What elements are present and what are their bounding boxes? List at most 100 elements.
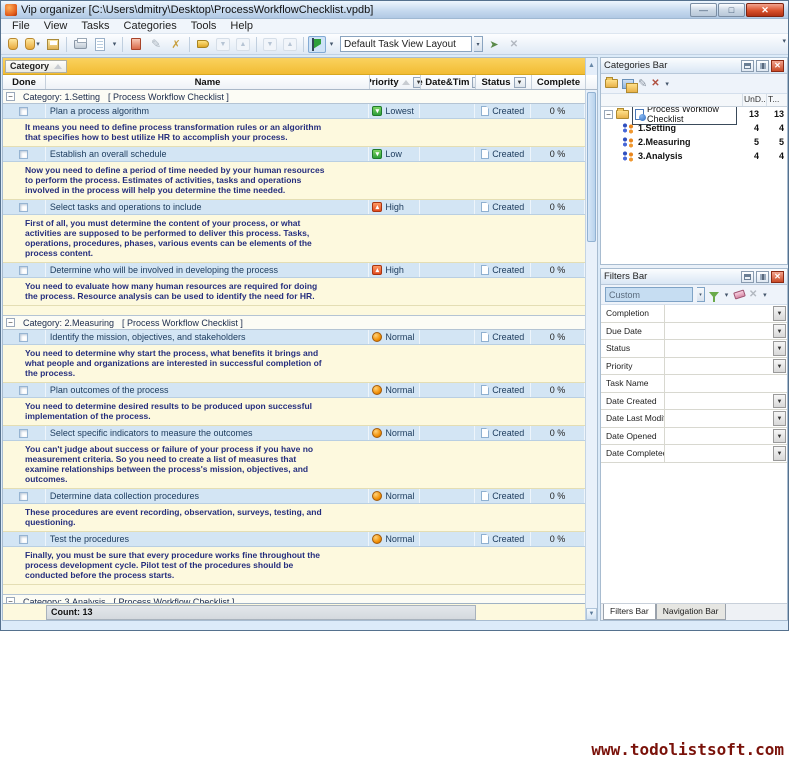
grid-scroll-down-icon[interactable]: ▼	[586, 608, 597, 620]
pane-minimize-icon[interactable]	[741, 271, 754, 283]
filter-preset-dropdown-icon[interactable]: ▾	[697, 287, 705, 302]
column-filter-dropdown-icon[interactable]: ▼	[514, 77, 526, 88]
categories-overflow-icon[interactable]: ▾	[664, 80, 671, 88]
layout-combo-dropdown-icon[interactable]: ▾	[474, 36, 483, 52]
layout-combo[interactable]: Default Task View Layout	[340, 36, 472, 52]
grid-vertical-scrollbar[interactable]: ▼	[585, 90, 597, 620]
task-checkbox[interactable]	[19, 386, 28, 395]
filter-dropdown-icon[interactable]: ▼	[773, 324, 786, 339]
filter-value-field[interactable]	[665, 358, 772, 375]
group-header-row[interactable]: −Category: 1.Setting[ Process Workflow C…	[3, 90, 585, 104]
undone-column-header[interactable]: UnD...	[743, 94, 767, 106]
collapse-tree-icon[interactable]: −	[604, 110, 613, 119]
filter-value-field[interactable]	[665, 340, 772, 357]
indent-icon[interactable]: ▼	[261, 36, 279, 53]
filter-dropdown-icon[interactable]: ▼	[773, 411, 786, 426]
group-header-row[interactable]: −Category: 2.Measuring[ Process Workflow…	[3, 316, 585, 330]
filter-value-field[interactable]	[665, 393, 772, 410]
grid-scroll-up-icon[interactable]: ▲	[585, 58, 597, 75]
task-row[interactable]: Identify the mission, objectives, and st…	[3, 330, 585, 345]
minimize-button[interactable]: —	[690, 3, 717, 17]
edit-icon[interactable]: ✎	[147, 36, 165, 53]
outdent-icon[interactable]: ▲	[281, 36, 299, 53]
toolbar-overflow-icon[interactable]: ▾	[782, 37, 786, 45]
view-overflow-icon[interactable]: ▾	[328, 40, 335, 48]
menu-item-tools[interactable]: Tools	[184, 20, 224, 32]
edit-category-icon[interactable]: ✎	[638, 77, 647, 90]
new-item-icon[interactable]	[4, 36, 22, 53]
pane-close-icon[interactable]: ✕	[771, 271, 784, 283]
column-header-name[interactable]: Name	[46, 75, 370, 89]
remove-layout-icon[interactable]: ✕	[505, 36, 523, 53]
pane-minimize-icon[interactable]	[741, 60, 754, 72]
menu-item-tasks[interactable]: Tasks	[74, 20, 116, 32]
dock-tab-filters-bar[interactable]: Filters Bar	[603, 604, 656, 620]
maximize-button[interactable]: □	[718, 3, 745, 17]
delete-filter-icon[interactable]: ✕	[749, 289, 757, 300]
total-column-header[interactable]: T...	[767, 94, 787, 106]
filter-value-field[interactable]	[665, 445, 772, 462]
menu-item-categories[interactable]: Categories	[117, 20, 184, 32]
task-checkbox[interactable]	[19, 203, 28, 212]
column-header-complete[interactable]: Complete	[532, 75, 586, 89]
tree-category-item[interactable]: 2.Measuring55	[601, 135, 787, 149]
menu-item-view[interactable]: View	[37, 20, 75, 32]
task-checkbox[interactable]	[19, 266, 28, 275]
filter-preset-combo[interactable]: Custom	[605, 287, 693, 302]
paste-task-icon[interactable]	[127, 36, 145, 53]
tree-root-item[interactable]: −Process Workflow Checklist1313	[601, 107, 787, 121]
column-filter-dropdown-icon[interactable]: ▼	[413, 77, 421, 88]
filter-value-field[interactable]	[665, 410, 772, 427]
column-header-priority[interactable]: Priority▼	[370, 75, 421, 89]
filter-dropdown-icon[interactable]: ▼	[773, 446, 786, 461]
task-row[interactable]: Test the proceduresNormalCreated0 %	[3, 532, 585, 547]
pane-close-icon[interactable]: ✕	[771, 60, 784, 72]
task-row[interactable]: Establish an overall schedule▾LowCreated…	[3, 147, 585, 162]
menu-item-file[interactable]: File	[5, 20, 37, 32]
column-header-status[interactable]: Status▼	[476, 75, 532, 89]
new-item-dropdown-icon[interactable]: ▾	[24, 36, 42, 53]
pane-pin-icon[interactable]	[756, 271, 769, 283]
task-checkbox[interactable]	[19, 107, 28, 116]
save-icon[interactable]	[44, 36, 62, 53]
filter-dropdown-icon[interactable]: ▼	[773, 359, 786, 374]
menu-item-help[interactable]: Help	[223, 20, 260, 32]
collapse-group-icon[interactable]: −	[6, 318, 15, 327]
print-preview-icon[interactable]	[91, 36, 109, 53]
task-checkbox[interactable]	[19, 429, 28, 438]
filters-overflow-icon[interactable]: ▾	[761, 291, 768, 299]
delete-icon[interactable]: ✗	[167, 36, 185, 53]
print-icon[interactable]	[71, 36, 89, 53]
column-header-ue-date-tim[interactable]: ue Date&Tim▼	[421, 75, 476, 89]
print-overflow-icon[interactable]: ▾	[111, 40, 118, 48]
new-category-icon[interactable]	[605, 79, 618, 88]
move-up-icon[interactable]: ▲	[234, 36, 252, 53]
filter-value-field[interactable]	[665, 305, 772, 322]
column-header-done[interactable]: Done	[3, 75, 46, 89]
task-checkbox[interactable]	[19, 492, 28, 501]
task-row[interactable]: Plan outcomes of the processNormalCreate…	[3, 383, 585, 398]
dock-tab-navigation-bar[interactable]: Navigation Bar	[656, 604, 726, 620]
pane-pin-icon[interactable]	[756, 60, 769, 72]
apply-layout-icon[interactable]: ➤	[485, 36, 503, 53]
filter-value-field[interactable]	[665, 375, 787, 392]
delete-category-icon[interactable]: ✕	[651, 78, 659, 89]
group-header-row[interactable]: −Category: 3.Analysis[ Process Workflow …	[3, 595, 585, 603]
task-checkbox[interactable]	[19, 150, 28, 159]
apply-filter-icon[interactable]	[709, 292, 719, 298]
collapse-group-icon[interactable]: −	[6, 92, 15, 101]
filter-dropdown-icon[interactable]: ▼	[773, 429, 786, 444]
filter-value-field[interactable]	[665, 428, 772, 445]
task-checkbox[interactable]	[19, 333, 28, 342]
filter-dropdown-icon[interactable]: ▼	[773, 341, 786, 356]
chart-view-icon[interactable]	[308, 36, 326, 53]
apply-filter-dropdown-icon[interactable]: ▾	[723, 291, 730, 299]
filter-dropdown-icon[interactable]: ▼	[773, 394, 786, 409]
task-row[interactable]: Determine who will be involved in develo…	[3, 263, 585, 278]
clear-filter-icon[interactable]	[733, 289, 746, 299]
close-button[interactable]: ✕	[746, 3, 784, 17]
tree-category-item[interactable]: 3.Analysis44	[601, 149, 787, 163]
task-row[interactable]: Determine data collection proceduresNorm…	[3, 489, 585, 504]
scrollbar-thumb[interactable]	[587, 92, 596, 242]
task-row[interactable]: Select tasks and operations to include▴H…	[3, 200, 585, 215]
